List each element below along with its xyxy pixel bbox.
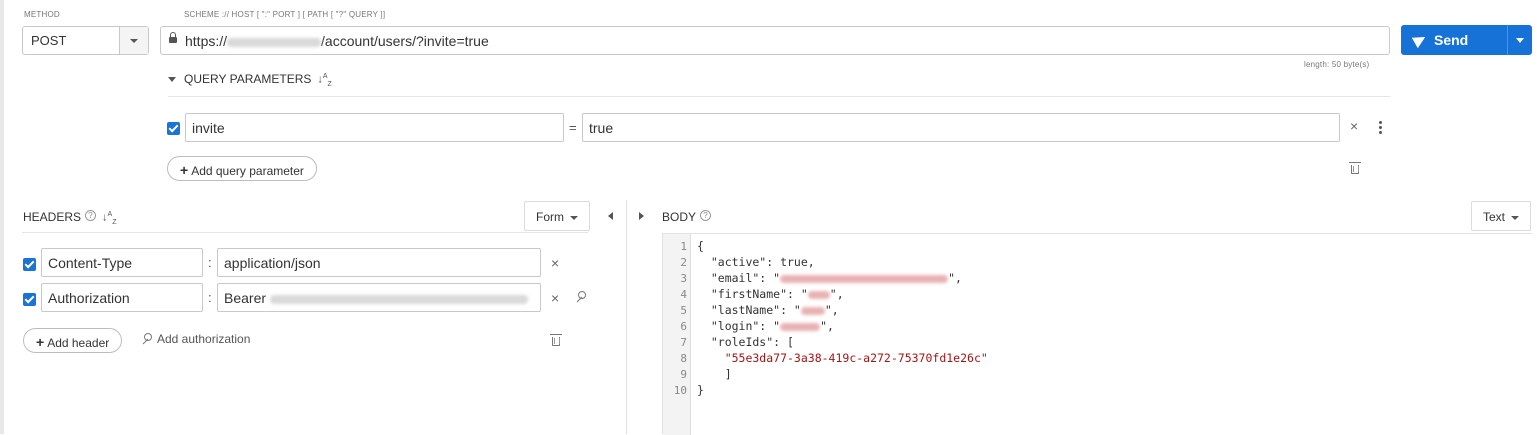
colon-separator: : xyxy=(208,290,212,305)
caret-down-icon xyxy=(168,77,176,83)
code-line: } xyxy=(697,383,704,397)
body-code-editor[interactable]: 1 2 3 4 5 6 7 8 9 10 { "active": true, "… xyxy=(662,233,1532,435)
line-number: 2 xyxy=(680,256,687,269)
headers-title: HEADERS xyxy=(23,210,82,224)
url-length: length: 50 byte(s) xyxy=(1304,60,1370,69)
expand-right-icon[interactable] xyxy=(639,212,644,220)
redacted-last-name xyxy=(800,306,825,315)
url-text: https:// /account/users/?invite=true xyxy=(185,33,489,49)
headers-mode-dropdown[interactable]: Form xyxy=(524,201,590,231)
header-name-authorization[interactable]: Authorization xyxy=(41,283,203,312)
key-icon[interactable] xyxy=(574,291,586,303)
query-parameters-toggle[interactable]: QUERY PARAMETERS ↓AZ xyxy=(168,72,332,88)
sort-az-icon[interactable]: ↓AZ xyxy=(317,73,331,88)
add-header-label: Add header xyxy=(47,336,110,350)
code-line: "55e3da77-3a38-419c-a272-75370fd1e26c" xyxy=(697,351,988,365)
close-icon[interactable]: × xyxy=(1350,118,1358,134)
body-mode-dropdown[interactable]: Text xyxy=(1471,201,1532,231)
code-line: "lastName": " ", xyxy=(697,303,839,317)
close-icon[interactable]: × xyxy=(551,255,559,271)
add-query-parameter-button[interactable]: + Add query parameter xyxy=(167,156,317,181)
body-title-row: BODY? xyxy=(662,210,712,224)
url-input[interactable]: https:// /account/users/?invite=true xyxy=(160,26,1390,55)
body-title: BODY xyxy=(662,210,697,224)
header-name-content-type[interactable]: Content-Type xyxy=(41,248,203,277)
trash-icon[interactable] xyxy=(1349,162,1361,174)
query-divider xyxy=(168,96,1390,97)
send-button[interactable]: Send xyxy=(1401,25,1507,55)
add-header-button[interactable]: + Add header xyxy=(23,328,123,353)
query-parameters-title: QUERY PARAMETERS xyxy=(184,72,312,86)
header-checkbox[interactable] xyxy=(23,293,36,306)
help-circle-icon[interactable]: ? xyxy=(85,210,97,221)
line-number: 5 xyxy=(680,304,687,317)
code-text: "email": " xyxy=(697,271,781,285)
redacted-login xyxy=(780,322,821,331)
code-line: ] xyxy=(697,367,732,381)
redacted-host xyxy=(227,37,322,47)
equals-sign: = xyxy=(569,120,577,135)
redacted-first-name xyxy=(807,290,830,299)
auth-value-prefix: Bearer xyxy=(224,290,270,306)
header-checkbox[interactable] xyxy=(23,258,36,271)
query-param-name[interactable]: invite xyxy=(185,113,564,142)
url-path: /account/users/?invite=true xyxy=(321,33,489,49)
plus-icon: + xyxy=(180,162,189,178)
panel-divider[interactable] xyxy=(626,200,627,434)
header-value-content-type[interactable]: application/json xyxy=(217,248,541,277)
code-text: "firstName": " xyxy=(697,287,808,301)
send-label: Send xyxy=(1434,32,1469,48)
key-icon xyxy=(140,332,152,345)
code-line: "active": true, xyxy=(697,255,815,269)
line-number: 6 xyxy=(680,320,687,333)
add-query-parameter-label: Add query parameter xyxy=(191,164,304,178)
line-number: 4 xyxy=(680,288,687,301)
line-number: 7 xyxy=(680,336,687,349)
header-value-authorization[interactable]: Bearer xyxy=(217,283,541,312)
method-select[interactable]: POST xyxy=(22,26,149,55)
plus-icon: + xyxy=(36,334,45,350)
method-value: POST xyxy=(31,33,67,48)
code-line: "roleIds": [ xyxy=(697,335,794,349)
method-label: METHOD xyxy=(24,10,60,19)
vertical-dots-icon[interactable] xyxy=(1379,121,1382,136)
headers-title-row: HEADERS? ↓AZ xyxy=(23,210,116,226)
left-edge-bar xyxy=(0,0,4,434)
sort-az-icon[interactable]: ↓AZ xyxy=(102,211,116,226)
code-text: "lastName": " xyxy=(697,303,801,317)
redacted-email xyxy=(780,274,949,283)
collapse-left-icon[interactable] xyxy=(608,212,613,220)
close-icon[interactable]: × xyxy=(551,290,559,306)
add-authorization-link[interactable]: Add authorization xyxy=(140,332,250,346)
send-options-dropdown[interactable] xyxy=(1507,25,1532,55)
url-scheme: https:// xyxy=(185,33,228,49)
code-line: "login": " ", xyxy=(697,319,834,333)
headers-divider xyxy=(22,232,588,233)
colon-separator: : xyxy=(208,255,212,270)
line-number: 3 xyxy=(680,272,687,285)
line-number: 9 xyxy=(680,368,687,381)
lock-icon xyxy=(169,32,177,46)
line-number: 10 xyxy=(673,384,687,397)
code-text: "login": " xyxy=(697,319,781,333)
add-authorization-label: Add authorization xyxy=(157,332,251,346)
code-line: "email": " ", xyxy=(697,271,962,285)
query-param-value[interactable]: true xyxy=(582,113,1340,142)
chevron-down-icon[interactable] xyxy=(119,27,148,54)
paper-plane-icon xyxy=(1411,31,1429,49)
line-number: 8 xyxy=(680,352,687,365)
line-number-gutter: 1 2 3 4 5 6 7 8 9 10 xyxy=(663,234,691,435)
code-line: { xyxy=(697,239,704,253)
line-number: 1 xyxy=(680,240,687,253)
query-param-checkbox[interactable] xyxy=(167,122,180,135)
trash-icon[interactable] xyxy=(550,334,562,346)
send-button-group[interactable]: Send xyxy=(1401,25,1532,55)
redacted-token xyxy=(269,294,528,304)
code-line: "firstName": " ", xyxy=(697,287,844,301)
help-circle-icon[interactable]: ? xyxy=(700,210,712,221)
url-format-hint: SCHEME :// HOST [ ":" PORT ] [ PATH [ "?… xyxy=(184,10,386,19)
